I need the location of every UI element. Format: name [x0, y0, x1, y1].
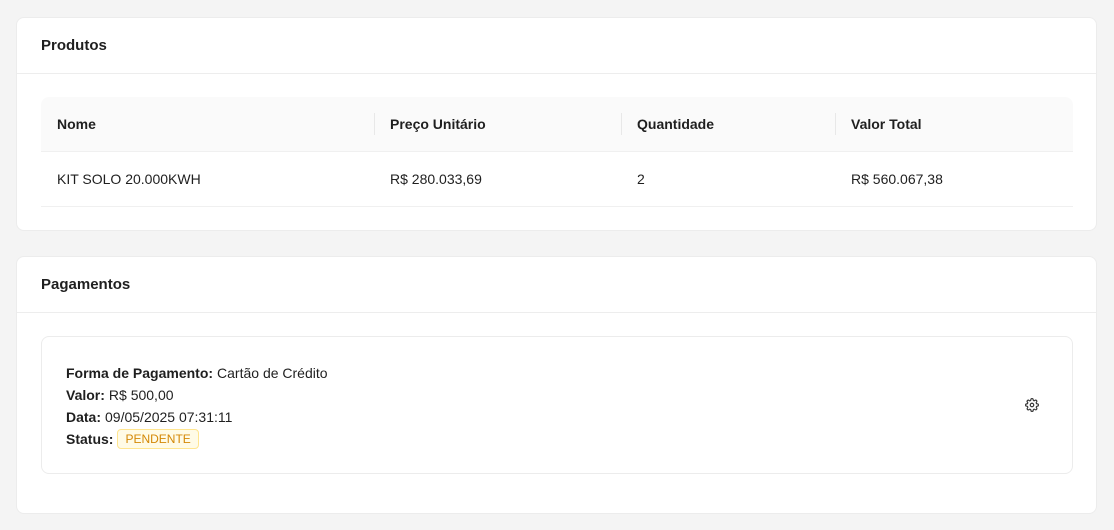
products-card: Produtos Nome Preço Unitário Quantidade …	[16, 17, 1097, 231]
payment-amount-label: Valor:	[66, 387, 105, 403]
payment-date-line: Data: 09/05/2025 07:31:11	[66, 406, 328, 428]
payments-card: Pagamentos Forma de Pagamento: Cartão de…	[16, 256, 1097, 514]
table-row[interactable]: KIT SOLO 20.000KWH R$ 280.033,69 2 R$ 56…	[41, 152, 1073, 207]
payment-method-value: Cartão de Crédito	[217, 365, 328, 381]
cell-preco-unitario: R$ 280.033,69	[390, 171, 482, 187]
payment-status-line: Status: PENDENTE	[66, 428, 328, 450]
column-header-quantidade[interactable]: Quantidade	[621, 97, 835, 151]
payment-details: Forma de Pagamento: Cartão de Crédito Va…	[66, 362, 328, 450]
gear-icon	[1025, 398, 1039, 412]
cell-quantidade: 2	[637, 171, 645, 187]
payment-amount-value: R$ 500,00	[108, 387, 174, 403]
payment-settings-button[interactable]	[1023, 396, 1041, 414]
column-header-nome[interactable]: Nome	[41, 97, 374, 151]
payment-method-label: Forma de Pagamento:	[66, 365, 214, 381]
table-body: KIT SOLO 20.000KWH R$ 280.033,69 2 R$ 56…	[41, 152, 1073, 207]
payment-date-value: 09/05/2025 07:31:11	[105, 409, 233, 425]
payment-status-label: Status:	[66, 431, 114, 447]
products-card-title: Produtos	[17, 18, 1096, 74]
products-table: Nome Preço Unitário Quantidade Valor Tot…	[41, 97, 1073, 207]
payment-amount-line: Valor: R$ 500,00	[66, 384, 328, 406]
column-header-valor-total[interactable]: Valor Total	[835, 97, 1073, 151]
cell-valor-total: R$ 560.067,38	[851, 171, 943, 187]
table-header: Nome Preço Unitário Quantidade Valor Tot…	[41, 97, 1073, 152]
cell-nome: KIT SOLO 20.000KWH	[57, 171, 201, 187]
payment-item: Forma de Pagamento: Cartão de Crédito Va…	[41, 336, 1073, 474]
payment-method-line: Forma de Pagamento: Cartão de Crédito	[66, 362, 328, 384]
payment-date-label: Data:	[66, 409, 102, 425]
payments-card-title: Pagamentos	[17, 257, 1096, 313]
column-header-preco-unitario[interactable]: Preço Unitário	[374, 97, 621, 151]
status-badge: PENDENTE	[117, 429, 199, 449]
